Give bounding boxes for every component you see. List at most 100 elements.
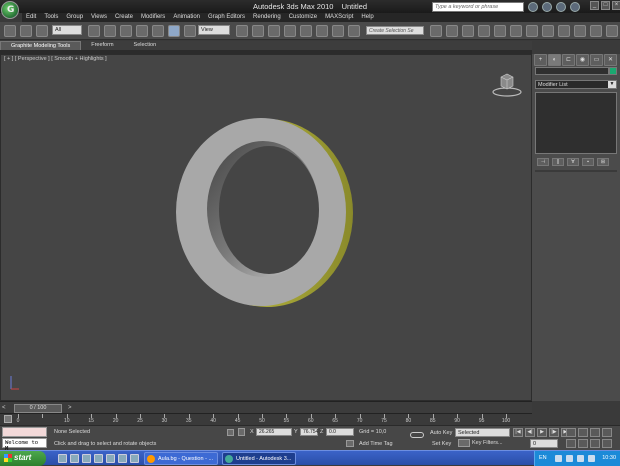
volume-icon[interactable]	[577, 455, 584, 462]
quicklaunch-app-icon[interactable]	[130, 454, 139, 463]
show-end-result-icon[interactable]: ||	[552, 158, 564, 166]
layer-manager-icon[interactable]	[462, 25, 474, 37]
z-coordinate-field[interactable]: 0.0	[326, 428, 354, 436]
window-crossing-icon[interactable]	[136, 25, 148, 37]
quicklaunch-app-icon[interactable]	[94, 454, 103, 463]
make-unique-icon[interactable]: ∀	[567, 158, 579, 166]
named-selection-set-select[interactable]: Create Selection Se	[366, 26, 424, 35]
time-slider-thumb[interactable]: 0 / 100	[14, 404, 62, 413]
remove-modifier-icon[interactable]: ▪	[582, 158, 594, 166]
time-tag-icon[interactable]	[346, 440, 354, 447]
viewport-label[interactable]: [ + ] [ Perspective ] [ Smooth + Highlig…	[4, 56, 107, 62]
scale-icon[interactable]	[184, 25, 196, 37]
quicklaunch-app-icon[interactable]	[58, 454, 67, 463]
perspective-viewport[interactable]: [ + ] [ Perspective ] [ Smooth + Highlig…	[0, 54, 532, 401]
go-to-start-icon[interactable]: |◀	[513, 428, 523, 437]
y-coordinate-field[interactable]: 76.754	[300, 428, 318, 436]
maxscript-mini-listener[interactable]: Welcome to M	[2, 438, 47, 452]
previous-frame-icon[interactable]: ◀|	[525, 428, 535, 437]
menu-modifiers[interactable]: Modifiers	[137, 13, 169, 22]
current-frame-field[interactable]: 0	[530, 439, 558, 448]
quicklaunch-app-icon[interactable]	[118, 454, 127, 463]
menu-rendering[interactable]: Rendering	[249, 13, 285, 22]
edit-named-selection-icon[interactable]	[348, 25, 360, 37]
material-editor-icon[interactable]	[526, 25, 538, 37]
reference-coordinate-select[interactable]: View	[198, 25, 230, 35]
taskbar-item-3dsmax[interactable]: Untitled - Autodesk 3...	[222, 452, 296, 465]
curve-editor-icon[interactable]	[494, 25, 506, 37]
menu-animation[interactable]: Animation	[169, 13, 204, 22]
rendered-frame-icon[interactable]	[558, 25, 570, 37]
x-coordinate-field[interactable]: 26.265	[256, 428, 292, 436]
maxscript-listener-output[interactable]	[2, 427, 47, 437]
add-time-tag[interactable]: Add Time Tag	[359, 441, 393, 447]
auto-key-button[interactable]: Auto Key	[430, 430, 452, 436]
key-filter-icon[interactable]	[458, 439, 470, 447]
menu-edit[interactable]: Edit	[22, 13, 40, 22]
orbit-icon[interactable]	[590, 439, 600, 448]
time-slider[interactable]: < 0 / 100 >	[0, 401, 532, 413]
mirror-icon[interactable]	[430, 25, 442, 37]
modifier-list-select[interactable]: Modifier List ▼	[535, 80, 617, 89]
utilities-tab-icon[interactable]: ✕	[604, 54, 617, 66]
next-frame-icon[interactable]: >	[68, 405, 72, 411]
field-of-view-icon[interactable]	[566, 439, 576, 448]
torus-ring-object[interactable]	[169, 116, 357, 308]
angle-snap-icon[interactable]	[300, 25, 312, 37]
absolute-mode-icon[interactable]	[238, 428, 245, 436]
move-icon[interactable]	[152, 25, 164, 37]
zoom-icon[interactable]	[566, 428, 576, 437]
create-tab-icon[interactable]: +	[534, 54, 547, 66]
display-tab-icon[interactable]: ▭	[590, 54, 603, 66]
object-name-field[interactable]	[535, 67, 609, 75]
hierarchy-tab-icon[interactable]: ⊏	[562, 54, 575, 66]
selection-filter-select[interactable]: All	[52, 25, 82, 35]
key-mode-select[interactable]: Selected	[455, 428, 510, 437]
quicklaunch-app-icon[interactable]	[106, 454, 115, 463]
quicklaunch-app-icon[interactable]	[70, 454, 79, 463]
zoom-extents-icon[interactable]	[590, 428, 600, 437]
schematic-view-icon[interactable]	[510, 25, 522, 37]
language-indicator[interactable]: EN	[539, 455, 547, 461]
play-icon[interactable]: ▶	[537, 428, 547, 437]
teapot-render-icon[interactable]	[606, 25, 618, 37]
next-frame-icon[interactable]: |▶	[549, 428, 559, 437]
tray-app-icon[interactable]	[555, 455, 562, 462]
menu-help[interactable]: Help	[357, 13, 377, 22]
menu-create[interactable]: Create	[111, 13, 137, 22]
rotate-icon[interactable]	[168, 25, 180, 37]
zoom-all-icon[interactable]	[578, 428, 588, 437]
select-by-name-icon[interactable]	[104, 25, 116, 37]
tab-selection[interactable]: Selection	[124, 41, 167, 50]
key-icon[interactable]	[410, 432, 424, 438]
configure-sets-icon[interactable]: ⊞	[597, 158, 609, 166]
motion-tab-icon[interactable]: ◉	[576, 54, 589, 66]
rect-selection-icon[interactable]	[120, 25, 132, 37]
bind-space-warp-icon[interactable]	[36, 25, 48, 37]
pivot-center-icon[interactable]	[236, 25, 248, 37]
menu-maxscript[interactable]: MAXScript	[321, 13, 357, 22]
network-icon[interactable]	[588, 455, 595, 462]
viewcube-icon[interactable]	[487, 71, 527, 99]
star-icon[interactable]	[542, 2, 552, 12]
search-input[interactable]: Type a keyword or phrase	[432, 2, 524, 12]
tab-freeform[interactable]: Freeform	[81, 41, 123, 50]
taskbar-item-browser[interactable]: Aula.bg - Question - ...	[144, 452, 218, 465]
key-filters-button[interactable]: Key Filters...	[472, 440, 503, 446]
modifier-stack[interactable]	[535, 92, 617, 154]
undo-icon[interactable]	[4, 25, 16, 37]
help-icon[interactable]	[570, 2, 580, 12]
chevron-down-icon[interactable]: ▼	[608, 81, 616, 88]
maximize-icon[interactable]: □	[601, 1, 610, 10]
spinner-snap-icon[interactable]	[332, 25, 344, 37]
align-icon[interactable]	[446, 25, 458, 37]
zoom-extents-all-icon[interactable]	[602, 428, 612, 437]
menu-customize[interactable]: Customize	[285, 13, 321, 22]
render-production-icon[interactable]	[574, 25, 586, 37]
pin-stack-icon[interactable]: ⊣	[537, 158, 549, 166]
close-icon[interactable]: ×	[612, 1, 620, 10]
percent-snap-icon[interactable]	[316, 25, 328, 37]
maximize-viewport-icon[interactable]	[602, 439, 612, 448]
menu-views[interactable]: Views	[87, 13, 111, 22]
set-key-button[interactable]: Set Key	[432, 441, 451, 447]
